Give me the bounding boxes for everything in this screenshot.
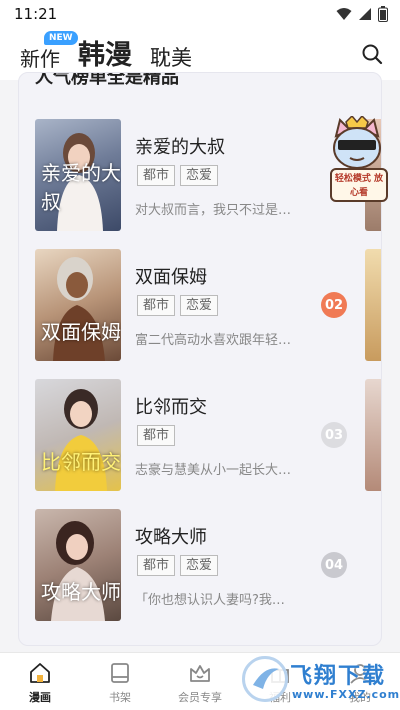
tab-bl-label: 耽美 — [150, 46, 192, 70]
new-badge: NEW — [44, 31, 78, 45]
wifi-icon — [336, 8, 352, 20]
tab-new-label: 新作 — [20, 47, 60, 71]
tag-list: 都市 恋爱 — [137, 555, 219, 576]
floating-mascot[interactable]: 轻松模式 放心看 — [326, 116, 388, 206]
nav-comics-label: 漫画 — [29, 691, 51, 704]
cover-title: 攻略大师 — [41, 580, 121, 604]
search-icon — [362, 44, 383, 65]
comic-item[interactable]: 攻略大师 攻略大师 都市 恋爱 「你也想认识人妻吗?我… 04 — [35, 509, 379, 621]
next-cover-peek[interactable] — [365, 249, 381, 361]
tag[interactable]: 都市 — [137, 555, 176, 576]
site-watermark: 飞翔下载 www.FXXZ.com — [240, 654, 399, 706]
cover-title: 双面保姆 — [41, 320, 121, 344]
bookshelf-icon — [111, 663, 129, 683]
mascot-label: 轻松模式 放心看 — [330, 168, 388, 202]
comic-title: 双面保姆 — [135, 267, 207, 288]
status-bar: 11:21 — [0, 0, 400, 28]
nav-vip-label: 会员专享 — [178, 691, 222, 704]
tag[interactable]: 恋爱 — [180, 555, 219, 576]
comic-description: 富二代高动水喜欢跟年轻… — [135, 333, 292, 348]
battery-icon — [378, 6, 388, 22]
signal-icon — [359, 8, 371, 20]
comic-title: 比邻而交 — [135, 397, 207, 418]
cover-title: 亲爱的大叔 — [41, 161, 121, 214]
comic-cover[interactable]: 双面保姆 — [35, 249, 121, 361]
tag-list: 都市 恋爱 — [137, 295, 219, 316]
search-button[interactable] — [358, 40, 386, 68]
tab-new[interactable]: 新作 NEW — [20, 31, 78, 72]
rank-badge: 02 — [321, 292, 347, 318]
tag-list: 都市 恋爱 — [137, 165, 219, 186]
rank-badge: 04 — [321, 552, 347, 578]
tag[interactable]: 恋爱 — [180, 165, 219, 186]
next-cover-peek[interactable] — [365, 379, 381, 491]
comic-cover[interactable]: 攻略大师 — [35, 509, 121, 621]
comic-description: 志豪与慧美从小一起长大… — [135, 463, 292, 478]
comic-description: 「你也想认识人妻吗?我… — [135, 593, 285, 608]
cover-title: 比邻而交 — [41, 450, 121, 474]
status-icons — [336, 6, 388, 22]
nav-vip[interactable]: 会员专享 — [160, 653, 240, 710]
tag[interactable]: 都市 — [137, 295, 176, 316]
comic-title: 攻略大师 — [135, 527, 207, 548]
comic-cover[interactable]: 亲爱的大叔 — [35, 119, 121, 231]
tab-korean-comics[interactable]: 韩漫 — [78, 33, 132, 72]
home-icon — [30, 663, 50, 683]
comic-item[interactable]: 双面保姆 双面保姆 都市 恋爱 富二代高动水喜欢跟年轻… 02 — [35, 249, 381, 361]
comic-title: 亲爱的大叔 — [135, 137, 225, 158]
nav-bookshelf-label: 书架 — [109, 691, 131, 704]
watermark-text: 飞翔下载 — [290, 664, 387, 689]
tag[interactable]: 都市 — [137, 165, 176, 186]
rank-badge: 03 — [321, 422, 347, 448]
watermark-logo-icon — [242, 656, 288, 702]
mascot-cat-icon — [333, 116, 381, 169]
tag-list: 都市 — [137, 425, 176, 446]
nav-comics[interactable]: 漫画 — [0, 653, 80, 710]
comic-item[interactable]: 比邻而交 比邻而交 都市 志豪与慧美从小一起长大… 03 — [35, 379, 381, 491]
tab-korean-comics-label: 韩漫 — [78, 40, 132, 71]
status-time: 11:21 — [14, 5, 58, 23]
tag[interactable]: 都市 — [137, 425, 176, 446]
comic-description: 对大叔而言，我只不过是… — [135, 203, 292, 218]
watermark-url: www.FXXZ.com — [292, 688, 400, 701]
vip-icon — [190, 665, 210, 682]
nav-bookshelf[interactable]: 书架 — [80, 653, 160, 710]
tag[interactable]: 恋爱 — [180, 295, 219, 316]
ranking-title: 人气榜单全是精品 — [35, 72, 179, 88]
tab-bl[interactable]: 耽美 — [150, 42, 192, 72]
comic-cover[interactable]: 比邻而交 — [35, 379, 121, 491]
